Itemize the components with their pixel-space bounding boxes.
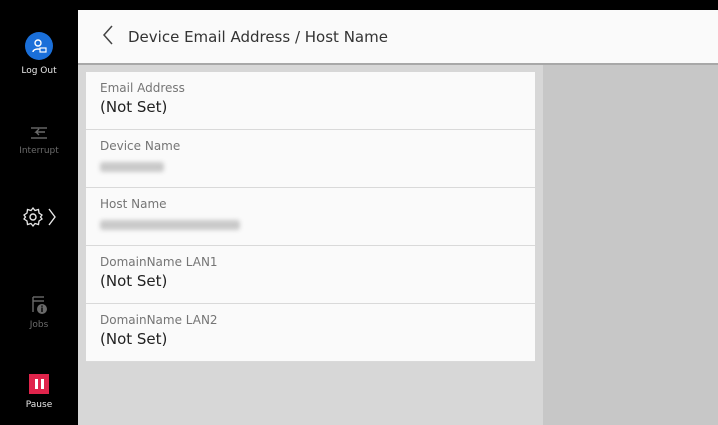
interrupt-icon: [0, 120, 78, 146]
row-value: (Not Set): [100, 98, 168, 116]
chevron-left-icon: [102, 24, 114, 50]
gear-icon: [22, 206, 44, 232]
jobs-button[interactable]: Jobs: [0, 290, 78, 330]
row-label: Host Name: [100, 197, 167, 211]
logout-button[interactable]: Log Out: [0, 32, 78, 76]
row-value: (Not Set): [100, 272, 168, 290]
jobs-info-icon: [0, 290, 78, 320]
list-item-domainname-lan2[interactable]: DomainName LAN2 (Not Set): [86, 304, 535, 362]
list-item-domainname-lan1[interactable]: DomainName LAN1 (Not Set): [86, 246, 535, 304]
back-button[interactable]: [88, 9, 128, 64]
redacted-value: [100, 162, 164, 172]
settings-button[interactable]: [0, 206, 78, 232]
jobs-label: Jobs: [29, 320, 49, 330]
row-value: (Not Set): [100, 330, 168, 348]
page-title: Device Email Address / Host Name: [128, 27, 388, 46]
settings-list: Email Address (Not Set) Device Name Host…: [86, 72, 535, 362]
interrupt-label: Interrupt: [19, 146, 59, 156]
row-label: Email Address: [100, 81, 185, 95]
redacted-value: [100, 220, 240, 230]
header: Device Email Address / Host Name: [78, 10, 718, 65]
chevron-right-icon: [48, 206, 56, 232]
pause-button[interactable]: Pause: [0, 374, 78, 410]
sidebar: Log Out Interrupt Jobs Pause: [0, 0, 78, 425]
interrupt-button[interactable]: Interrupt: [0, 120, 78, 156]
row-label: DomainName LAN2: [100, 313, 218, 327]
pause-icon: [29, 374, 49, 394]
row-label: DomainName LAN1: [100, 255, 218, 269]
list-item-email-address[interactable]: Email Address (Not Set): [86, 72, 535, 130]
main-content: Email Address (Not Set) Device Name Host…: [78, 65, 543, 425]
logout-label: Log Out: [21, 66, 57, 76]
list-item-device-name[interactable]: Device Name: [86, 130, 535, 188]
pause-label: Pause: [25, 400, 53, 410]
list-item-host-name[interactable]: Host Name: [86, 188, 535, 246]
right-pane: [543, 65, 718, 425]
user-logout-icon: [25, 32, 53, 60]
row-label: Device Name: [100, 139, 181, 153]
